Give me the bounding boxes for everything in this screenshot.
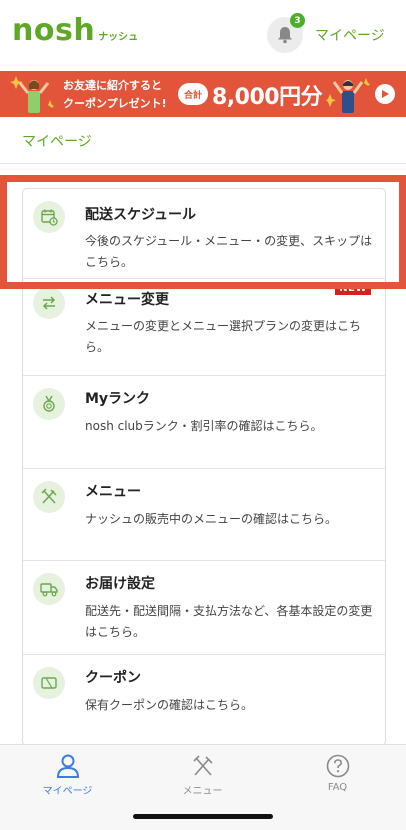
app-header: nosh ナッシュ 3 マイページ — [0, 0, 406, 70]
menu-item-description: 保有クーポンの確認はこちら。 — [85, 698, 254, 712]
menu-item-title: Myランク — [85, 391, 151, 407]
menu-item-coupon[interactable]: クーポン 保有クーポンの確認はこちら。 — [23, 655, 385, 745]
banner-text-line1: お友達に紹介すると — [63, 79, 162, 92]
banner-play-button[interactable] — [375, 84, 395, 104]
man-figure-right-icon — [326, 78, 370, 113]
tab-mypage[interactable]: マイページ — [0, 745, 135, 805]
menu-item-description: メニューの変更とメニュー選択プランの変更はこちら。 — [85, 319, 362, 354]
tab-faq[interactable]: FAQ — [270, 745, 405, 805]
menu-item-menu[interactable]: メニュー ナッシュの販売中のメニューの確認はこちら。 — [23, 469, 385, 561]
delivery-truck-icon — [33, 573, 65, 605]
woman-figure-left-icon — [10, 76, 54, 113]
coupon-icon — [33, 667, 65, 699]
play-icon — [382, 90, 389, 98]
menu-item-description: ナッシュの販売中のメニューの確認はこちら。 — [85, 512, 338, 526]
mypage-header-link[interactable]: マイページ — [315, 25, 385, 45]
page: nosh ナッシュ 3 マイページ お友達に紹介すると クーポンプレゼント! 合… — [0, 0, 406, 830]
fork-knife-icon — [191, 753, 215, 779]
menu-item-delivery-settings[interactable]: お届け設定 配送先・配送間隔・支払方法など、各基本設定の変更はこちら。 — [23, 561, 385, 655]
menu-item-my-rank[interactable]: Myランク nosh clubランク・割引率の確認はこちら。 — [23, 376, 385, 469]
menu-item-description: 今後のスケジュール・メニュー・の変更、スキップはこちら。 — [85, 234, 373, 269]
fork-knife-icon — [33, 481, 65, 513]
banner-text-line2: クーポンプレゼント! — [63, 97, 167, 110]
logo-main-text: nosh — [12, 13, 96, 48]
menu-item-title: 配送スケジュール — [85, 207, 197, 223]
menu-item-menu-change[interactable]: NEW メニュー変更 メニューの変更とメニュー選択プランの変更はこちら。 — [23, 279, 385, 376]
medal-icon — [33, 388, 65, 420]
tab-label: FAQ — [327, 782, 348, 793]
mypage-menu-list: 配送スケジュール 今後のスケジュール・メニュー・の変更、スキップはこちら。 NE… — [22, 188, 386, 746]
person-icon — [56, 753, 80, 779]
tab-label: マイページ — [42, 786, 93, 797]
new-tag: NEW — [335, 282, 371, 295]
calendar-clock-icon — [33, 201, 65, 233]
tab-menu[interactable]: メニュー — [135, 745, 270, 805]
breadcrumb: マイページ — [22, 134, 92, 150]
nosh-logo[interactable]: nosh ナッシュ — [12, 16, 138, 46]
question-icon — [326, 753, 350, 779]
home-indicator — [133, 814, 273, 819]
menu-item-title: クーポン — [85, 670, 141, 686]
notification-count-badge: 3 — [290, 13, 305, 28]
banner-total-pill: 合計 — [178, 83, 208, 105]
menu-item-title: お届け設定 — [85, 576, 155, 592]
logo-sub-text: ナッシュ — [98, 32, 139, 43]
swap-arrows-icon — [33, 287, 65, 319]
banner-amount: 8,000円分 — [212, 85, 323, 110]
tab-label: メニュー — [182, 786, 223, 797]
divider — [0, 163, 406, 164]
menu-item-title: メニュー — [85, 484, 141, 500]
menu-item-delivery-schedule[interactable]: 配送スケジュール 今後のスケジュール・メニュー・の変更、スキップはこちら。 — [23, 189, 385, 279]
referral-banner[interactable]: お友達に紹介すると クーポンプレゼント! 合計 8,000円分 — [0, 71, 406, 117]
menu-item-title: メニュー変更 — [85, 292, 169, 308]
bell-icon — [278, 27, 292, 44]
menu-item-description: nosh clubランク・割引率の確認はこちら。 — [85, 419, 323, 433]
menu-item-description: 配送先・配送間隔・支払方法など、各基本設定の変更はこちら。 — [85, 604, 373, 639]
